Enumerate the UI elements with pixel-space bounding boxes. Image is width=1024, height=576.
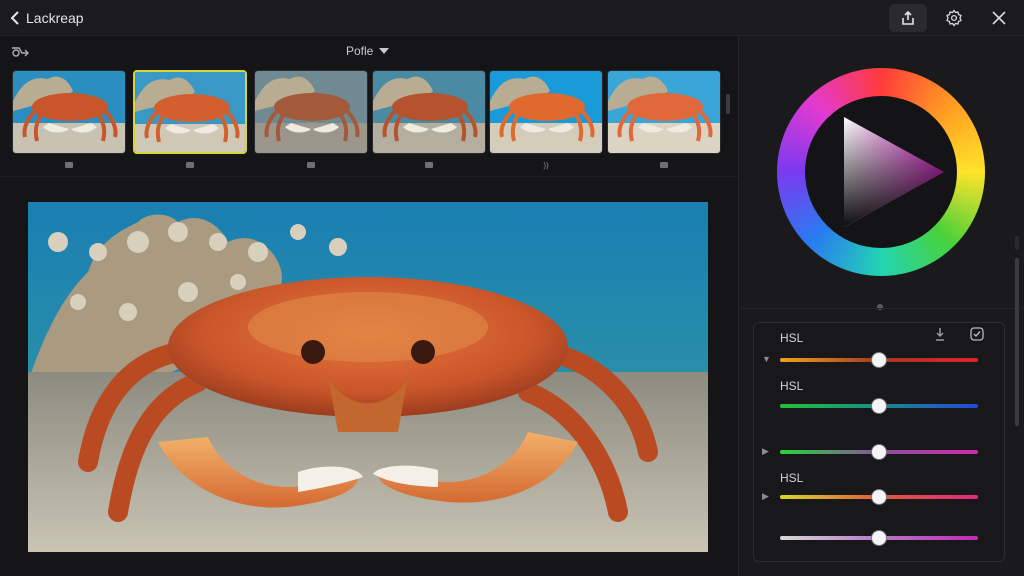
color-wheel[interactable] [777, 68, 985, 276]
app-title: Lackreap [26, 10, 84, 26]
filmstrip: )) [12, 70, 724, 176]
thumbnail-image [12, 70, 126, 154]
panel-scrollbar-track [1015, 236, 1019, 250]
pane-toolbar: Pofle [0, 36, 738, 68]
close-icon [992, 11, 1006, 25]
expand-arrow-icon[interactable]: ▶ [762, 491, 769, 502]
slider-knob[interactable] [872, 353, 886, 367]
filmstrip-scrollbar[interactable] [726, 94, 730, 114]
back-button[interactable]: Lackreap [10, 8, 84, 28]
thumbnail-2[interactable] [133, 70, 247, 168]
slider-knob[interactable] [872, 445, 886, 459]
status-marker-icon [307, 162, 315, 168]
adjust-panel: HSL ▼ HSL ▶ HSL ▶ [738, 36, 1024, 576]
compare-icon [12, 47, 29, 57]
gear-icon [946, 9, 962, 27]
hsl-slider-5[interactable] [780, 531, 978, 545]
status-marker-icon [425, 162, 433, 168]
main-photo [28, 202, 708, 552]
preset-dropdown[interactable]: Pofle [346, 44, 390, 58]
caret-down-icon [379, 48, 390, 54]
hsl-slider-1[interactable] [780, 353, 978, 367]
panel-scrollbar[interactable] [1015, 258, 1019, 426]
hsl-slider-2[interactable] [780, 399, 978, 413]
expand-arrow-icon[interactable]: ▶ [762, 446, 769, 457]
slider-knob[interactable] [872, 531, 886, 545]
collapse-arrow-icon[interactable]: ▼ [762, 354, 771, 364]
settings-button[interactable] [935, 4, 973, 32]
thumbnail-4[interactable] [372, 70, 486, 168]
hsl-row-label: HSL [780, 379, 804, 393]
share-button[interactable] [889, 4, 927, 32]
audio-wave-icon: )) [543, 161, 549, 170]
checkbox-icon [970, 327, 984, 341]
share-icon [902, 10, 914, 25]
close-button[interactable] [980, 4, 1018, 32]
saturation-triangle[interactable] [777, 68, 985, 276]
thumbnail-3[interactable] [254, 70, 368, 168]
thumbnail-image [372, 70, 486, 154]
hsl-slider-3[interactable] [780, 445, 978, 459]
status-marker-icon [186, 162, 194, 168]
hsl-row-label: HSL [780, 471, 804, 485]
pin-button[interactable] [934, 327, 946, 346]
enable-checkbox[interactable] [970, 327, 984, 346]
status-marker-icon [65, 162, 73, 168]
thumbnail-6[interactable] [607, 70, 721, 168]
thumbnail-1[interactable] [12, 70, 126, 168]
thumbnail-image [489, 70, 603, 154]
slider-knob[interactable] [872, 490, 886, 504]
title-bar: Lackreap [0, 0, 1024, 36]
thumbnail-image [133, 70, 247, 154]
page-indicator[interactable] [877, 304, 883, 310]
compare-toggle[interactable] [10, 44, 30, 65]
image-pane: Pofle )) [0, 36, 738, 576]
thumbnail-image [607, 70, 721, 154]
crab-photo [28, 202, 708, 552]
thumbnail-5[interactable]: )) [489, 70, 603, 170]
chevron-left-icon [10, 11, 19, 25]
hsl-panel: HSL ▼ HSL ▶ HSL ▶ [753, 322, 1005, 562]
slider-knob[interactable] [872, 399, 886, 413]
hsl-slider-4[interactable] [780, 490, 978, 504]
divider [739, 308, 1024, 309]
divider [0, 176, 738, 177]
status-marker-icon [660, 162, 668, 168]
preset-label: Pofle [346, 44, 374, 58]
hsl-row-label: HSL [780, 331, 804, 345]
thumbnail-image [254, 70, 368, 154]
pin-icon [936, 328, 944, 341]
